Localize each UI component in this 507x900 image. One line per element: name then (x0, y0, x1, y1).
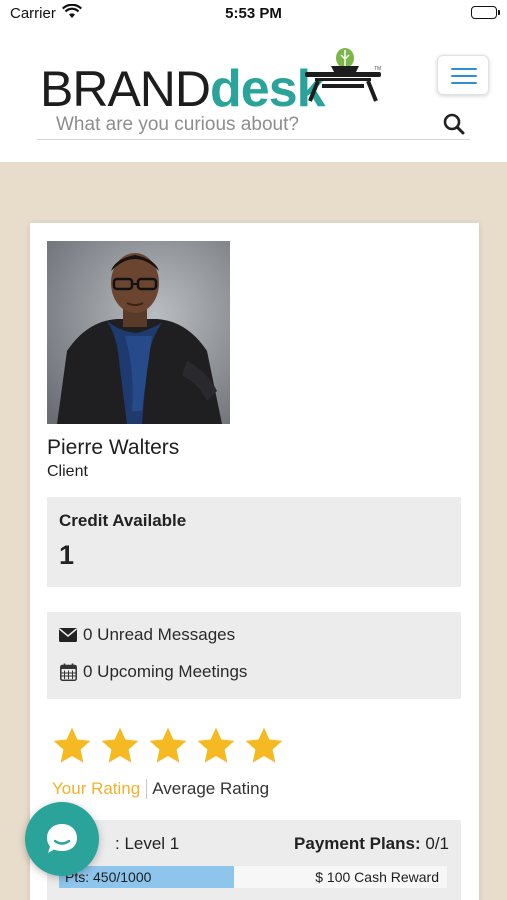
credit-panel: Credit Available 1 (47, 497, 461, 587)
svg-text:TM: TM (374, 66, 381, 72)
search-input[interactable]: What are you curious about? (56, 114, 299, 136)
average-rating-tab[interactable]: Average Rating (147, 779, 269, 799)
credit-label: Credit Available (59, 511, 187, 530)
star-icon[interactable] (51, 725, 93, 767)
battery-icon (471, 6, 500, 19)
star-icon[interactable] (147, 725, 189, 767)
search-bar[interactable]: What are you curious about? (37, 108, 470, 140)
branddesk-logo[interactable]: BRAND desk (40, 54, 326, 117)
notifications-panel: 0 Unread Messages 0 Upcoming Meetings (47, 612, 461, 699)
clock-time: 5:53 PM (225, 5, 282, 22)
upcoming-meetings-text: 0 Upcoming Meetings (83, 662, 248, 681)
star-rating (51, 725, 291, 767)
credit-value: 1 (59, 540, 75, 570)
upcoming-meetings-link[interactable]: 0 Upcoming Meetings (59, 662, 247, 682)
points-progress-bar: Pts: 450/1000 $ 100 Cash Reward (59, 866, 447, 888)
star-icon[interactable] (243, 725, 285, 767)
cash-reward-text: $ 100 Cash Reward (315, 869, 439, 885)
unread-messages-text: 0 Unread Messages (83, 625, 236, 644)
desk-plant-icon: TM (300, 44, 386, 109)
profile-card: Pierre Walters Client Credit Available 1… (30, 223, 479, 900)
payment-plans-value: 0/1 (420, 834, 449, 853)
envelope-icon (59, 626, 77, 644)
star-icon[interactable] (99, 725, 141, 767)
unread-messages-link[interactable]: 0 Unread Messages (59, 625, 235, 645)
hamburger-menu-button[interactable] (437, 55, 489, 95)
profile-photo (47, 241, 230, 424)
site-header: BRAND desk TM What are you curious about? (0, 28, 507, 162)
star-icon[interactable] (195, 725, 237, 767)
status-bar: Carrier 5:53 PM (0, 0, 507, 28)
rating-tabs: Your Rating Average Rating (52, 779, 269, 799)
calendar-icon (59, 663, 77, 681)
your-rating-tab[interactable]: Your Rating (52, 779, 148, 799)
profile-role: Client (47, 463, 88, 480)
levels-panel: : Level 1 Payment Plans: 0/1 Pts: 450/10… (47, 820, 461, 900)
payment-plans: Payment Plans: 0/1 (294, 834, 449, 854)
search-icon[interactable] (442, 112, 466, 141)
logo-brand-text: BRAND (40, 61, 211, 117)
payment-plans-label: Payment Plans: (294, 834, 421, 853)
chat-button[interactable] (25, 802, 99, 876)
profile-name: Pierre Walters (47, 436, 180, 459)
